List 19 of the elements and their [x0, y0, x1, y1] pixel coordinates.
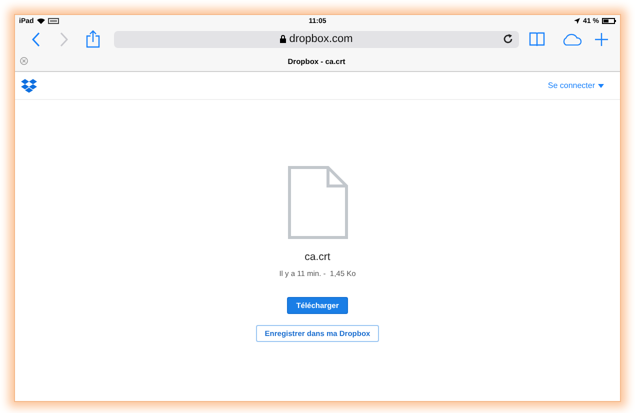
caret-icon — [598, 84, 604, 88]
sign-in-link[interactable]: Se connecter — [548, 81, 604, 90]
dropbox-logo[interactable] — [21, 78, 37, 92]
url-text: dropbox.com — [289, 33, 353, 45]
cloud-icon[interactable] — [561, 32, 583, 46]
bookmarks-icon[interactable] — [529, 32, 545, 46]
share-icon[interactable] — [86, 30, 100, 48]
location-icon — [574, 18, 580, 24]
lock-icon — [280, 35, 286, 43]
vpn-icon — [48, 18, 59, 24]
file-name: ca.crt — [304, 251, 330, 263]
close-tab-icon[interactable] — [20, 57, 28, 65]
battery-icon — [602, 18, 616, 24]
wifi-icon — [36, 18, 45, 24]
address-bar[interactable]: dropbox.com — [114, 30, 519, 48]
reload-icon[interactable] — [503, 34, 513, 44]
new-tab-icon[interactable] — [595, 32, 608, 46]
back-icon[interactable] — [31, 32, 41, 46]
file-icon — [288, 166, 348, 239]
